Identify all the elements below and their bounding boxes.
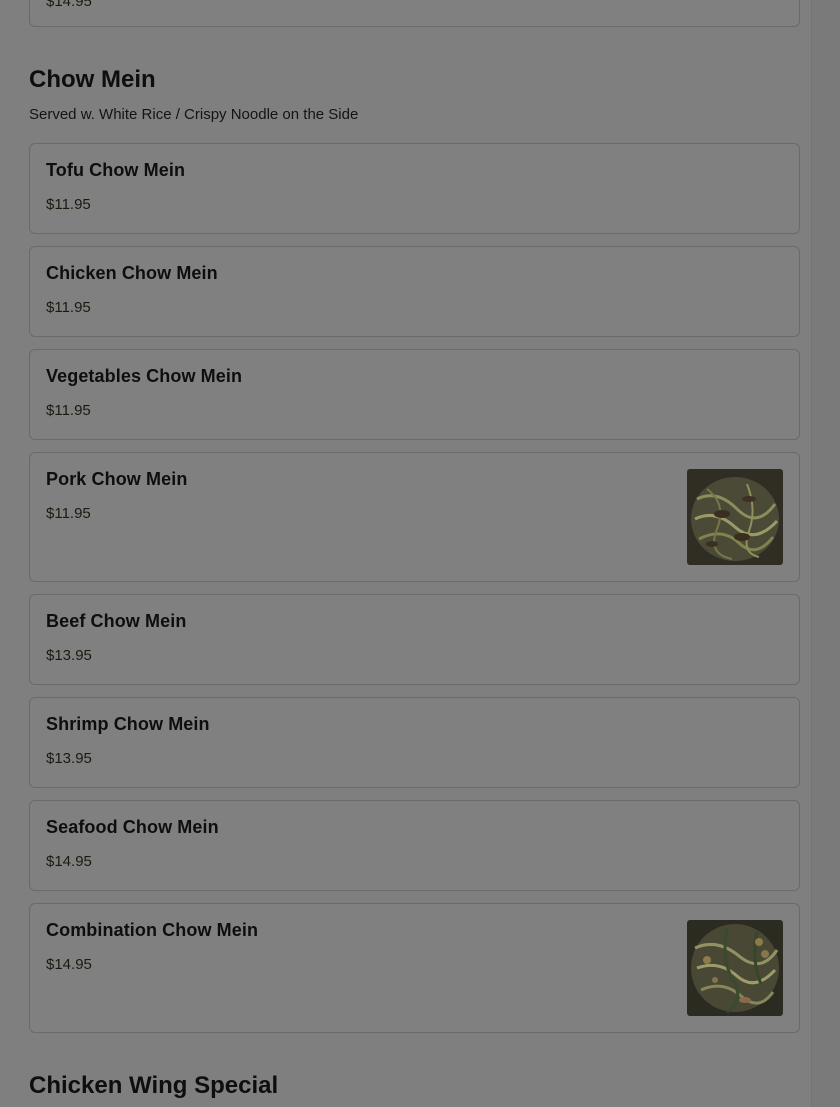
menu-item-card[interactable]: Tofu Chow Mein $11.95: [29, 143, 800, 234]
item-price: $11.95: [46, 299, 91, 316]
menu-item-card[interactable]: Beef Chow Mein $13.95: [29, 594, 800, 685]
section-description: Served w. White Rice / Crispy Noodle on …: [29, 106, 359, 123]
menu-item-card[interactable]: Seafood Chow Mein $14.95: [29, 800, 800, 891]
menu-item-card[interactable]: Pork Chow Mein $11.95: [29, 452, 800, 582]
item-price: $14.95: [46, 0, 92, 10]
item-photo[interactable]: [687, 920, 783, 1016]
menu-item-card[interactable]: Shrimp Chow Mein $13.95: [29, 697, 800, 788]
section-title-next: Chicken Wing Special: [29, 1072, 279, 1099]
item-price: $11.95: [46, 196, 91, 213]
scrollbar[interactable]: [811, 0, 840, 1107]
item-name: Combination Chow Mein: [46, 920, 259, 940]
item-name: Vegetables Chow Mein: [46, 366, 243, 386]
menu-item-card-previous[interactable]: $14.95: [29, 0, 800, 27]
item-price: $11.95: [46, 402, 91, 419]
item-price: $14.95: [46, 956, 92, 973]
item-name: Shrimp Chow Mein: [46, 714, 210, 734]
item-name: Seafood Chow Mein: [46, 817, 219, 837]
menu-page: $14.95 Chow Mein Served w. White Rice / …: [0, 0, 840, 1107]
item-price: $11.95: [46, 505, 91, 522]
section-title: Chow Mein: [29, 66, 156, 93]
item-name: Pork Chow Mein: [46, 469, 188, 489]
item-price: $13.95: [46, 647, 92, 664]
menu-item-card[interactable]: Vegetables Chow Mein $11.95: [29, 349, 800, 440]
item-name: Tofu Chow Mein: [46, 160, 186, 180]
menu-content: $14.95 Chow Mein Served w. White Rice / …: [0, 0, 811, 1107]
item-photo[interactable]: [687, 469, 783, 565]
item-price: $14.95: [46, 853, 92, 870]
item-name: Beef Chow Mein: [46, 611, 187, 631]
menu-item-card[interactable]: Chicken Chow Mein $11.95: [29, 246, 800, 337]
item-name: Chicken Chow Mein: [46, 263, 218, 283]
menu-item-card[interactable]: Combination Chow Mein $14.95: [29, 903, 800, 1033]
item-price: $13.95: [46, 750, 92, 767]
